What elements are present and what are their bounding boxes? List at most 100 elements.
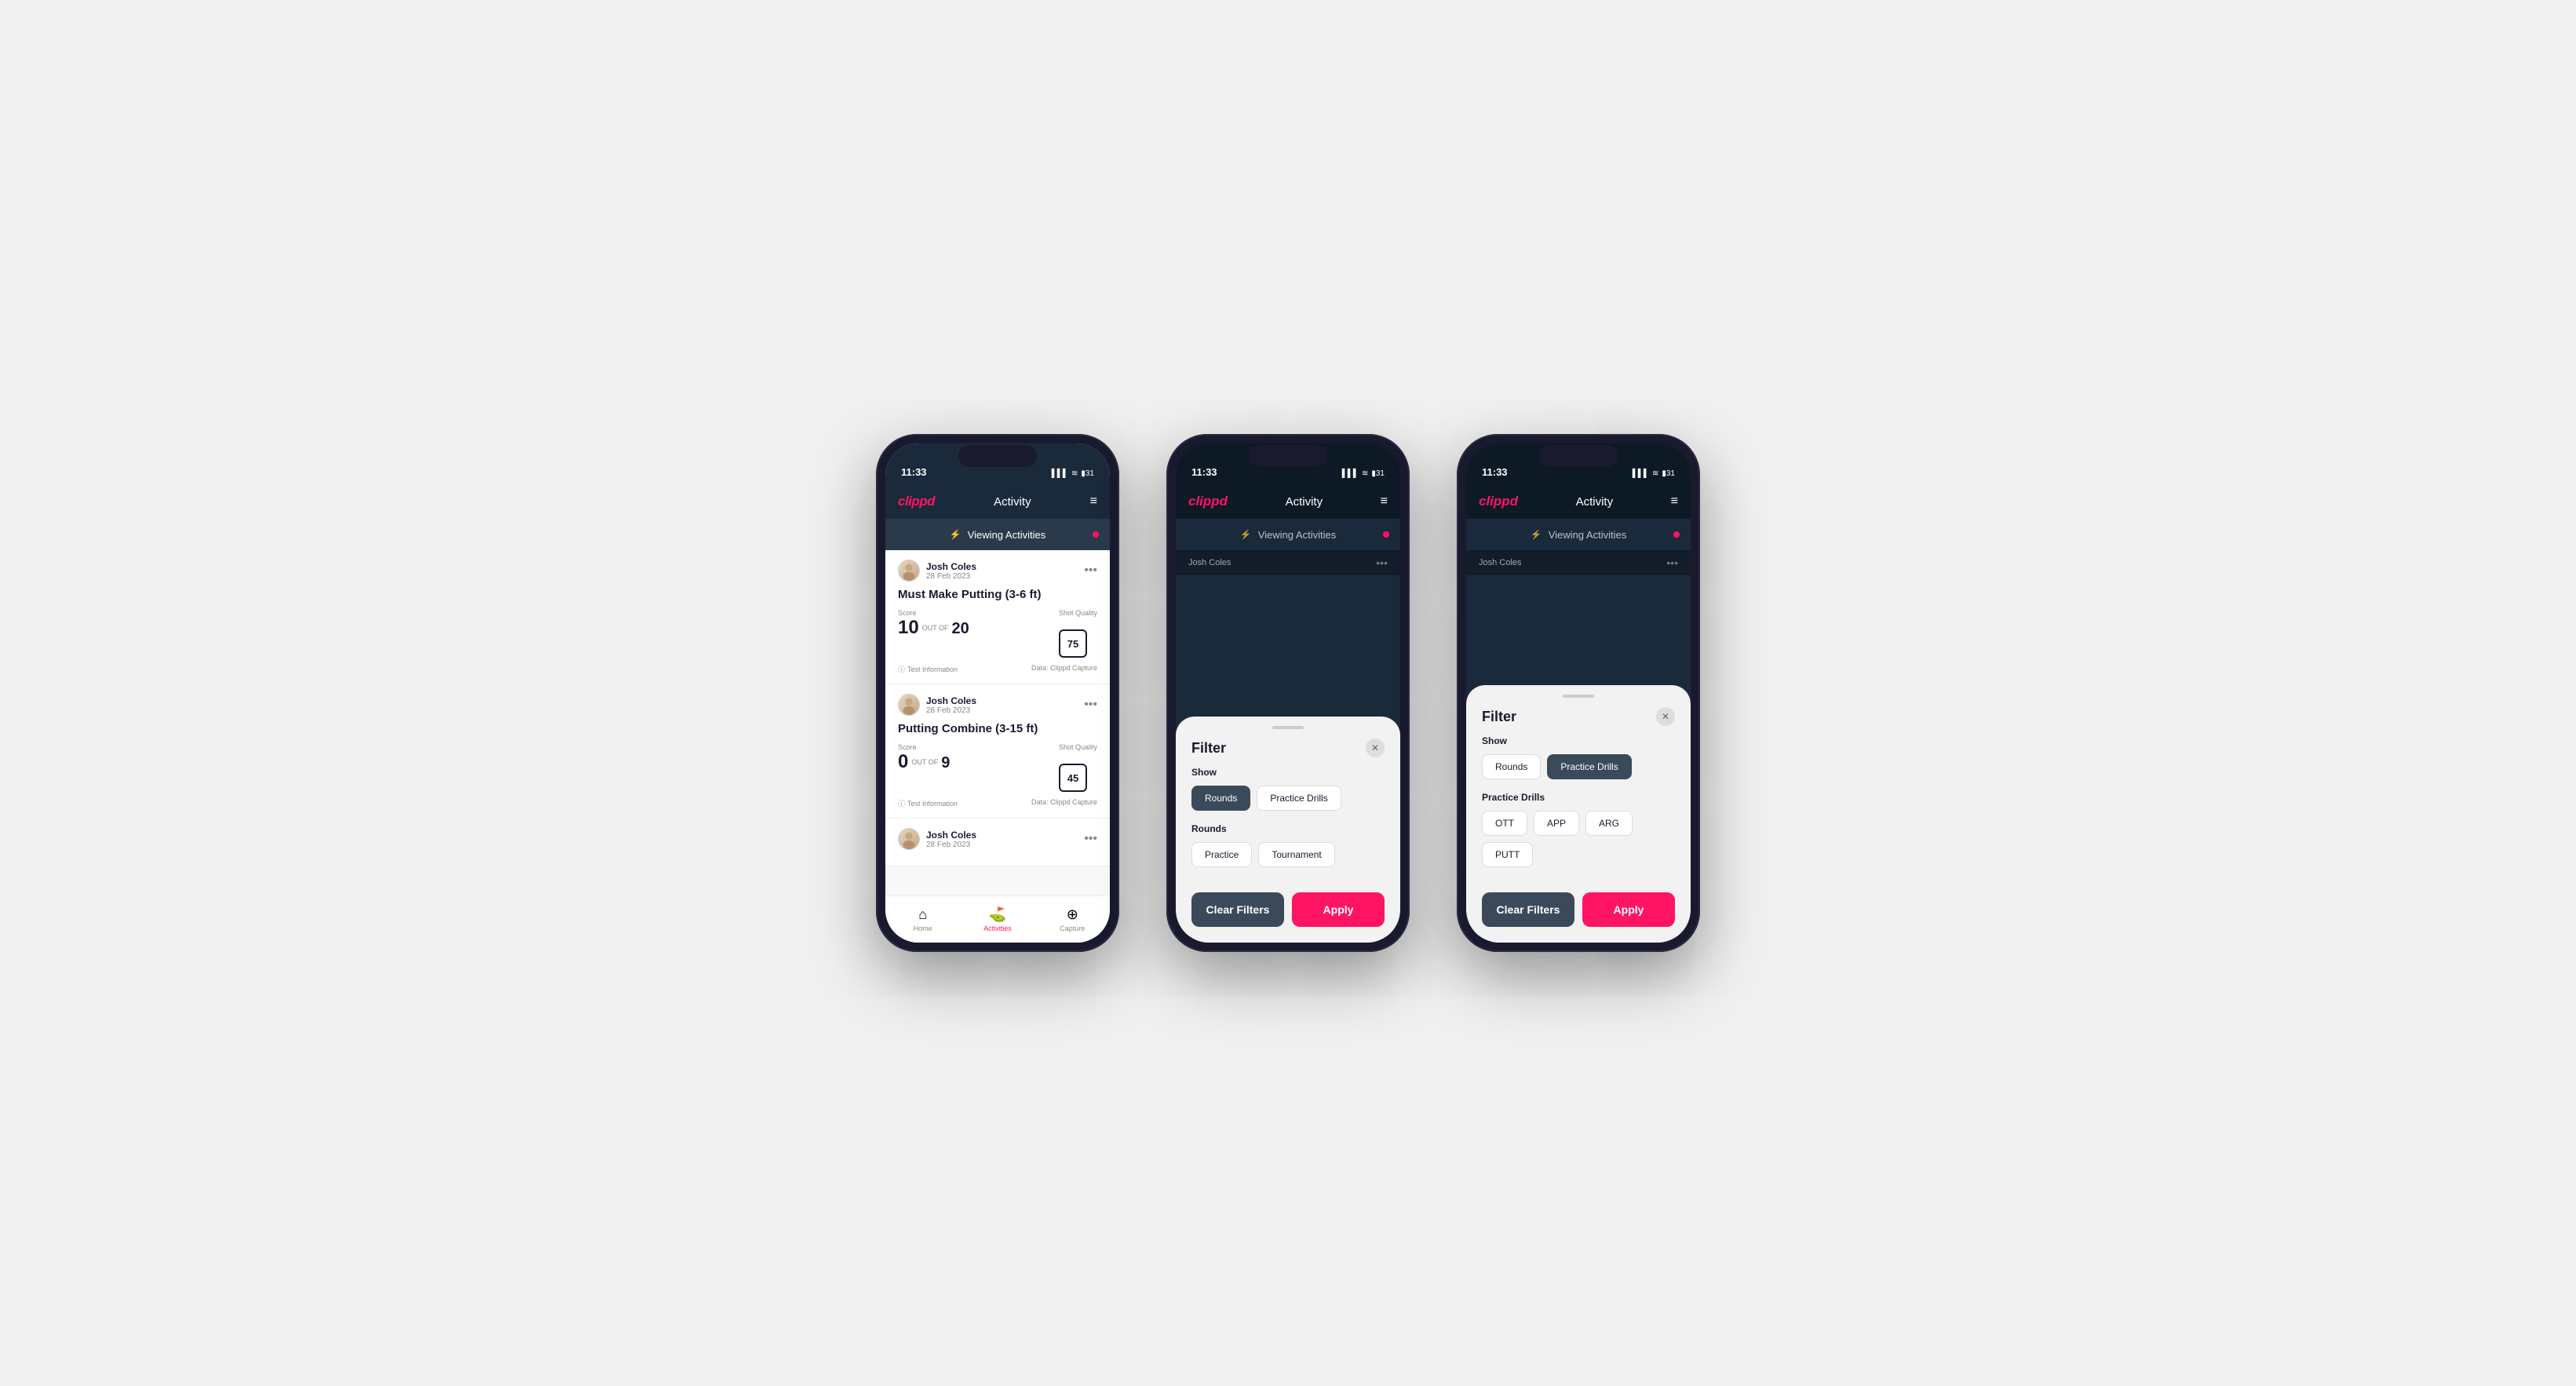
apply-btn-3[interactable]: Apply — [1582, 892, 1675, 927]
footer-text-1: Test Information — [907, 666, 958, 673]
phone-2: 11:33 ▌▌▌ ≋ ▮31 clippd Activity ≡ ⚡ View… — [1166, 434, 1410, 952]
activity-card-3[interactable]: Josh Coles 28 Feb 2023 ••• — [885, 819, 1110, 866]
card-user-2: Josh Coles 28 Feb 2023 — [898, 694, 976, 716]
ott-btn-3[interactable]: OTT — [1482, 811, 1527, 836]
user-date-3: 28 Feb 2023 — [926, 841, 976, 849]
dimmed-menu-2: ≡ — [1381, 494, 1388, 509]
wifi-icon-3: ≋ — [1652, 469, 1658, 478]
card-footer-1: ⓘ Test Information Data: Clippd Capture — [898, 664, 1097, 674]
shot-quality-badge-1: 75 — [1059, 629, 1087, 658]
rounds-btn-3[interactable]: Rounds — [1482, 754, 1541, 779]
practice-drills-btn-2[interactable]: Practice Drills — [1257, 786, 1341, 811]
more-button-2[interactable]: ••• — [1084, 698, 1097, 712]
signal-icon-3: ▌▌▌ — [1633, 469, 1649, 478]
show-buttons-2: Rounds Practice Drills — [1191, 786, 1385, 811]
menu-icon-1[interactable]: ≡ — [1090, 494, 1097, 509]
scene: 11:33 ▌▌▌ ≋ ▮31 clippd Activity ≡ ⚡ View… — [829, 387, 1747, 999]
dimmed-banner-2: ⚡ Viewing Activities — [1176, 519, 1400, 550]
screen-2: 11:33 ▌▌▌ ≋ ▮31 clippd Activity ≡ ⚡ View… — [1176, 443, 1400, 943]
battery-icon-3: ▮31 — [1662, 469, 1675, 478]
modal-close-2[interactable]: ✕ — [1366, 739, 1385, 757]
notification-dot-3 — [1673, 531, 1680, 538]
practice-drills-btn-3[interactable]: Practice Drills — [1547, 754, 1631, 779]
dimmed-user-row-2: Josh Coles ••• — [1176, 550, 1400, 575]
dimmed-icons-2: ▌▌▌ ≋ ▮31 — [1342, 469, 1385, 478]
modal-body-3: Show Rounds Practice Drills Practice Dri… — [1466, 735, 1691, 867]
activity-card-1[interactable]: Josh Coles 28 Feb 2023 ••• Must Make Put… — [885, 550, 1110, 684]
apply-btn-2[interactable]: Apply — [1292, 892, 1385, 927]
bottom-tabs: ⌂ Home ⛳ Activities ⊕ Capture — [885, 895, 1110, 943]
show-buttons-3: Rounds Practice Drills — [1482, 754, 1675, 779]
activity-card-2[interactable]: Josh Coles 28 Feb 2023 ••• Putting Combi… — [885, 684, 1110, 819]
dimmed-time-2: 11:33 — [1191, 466, 1342, 478]
shot-quality-group-2: Shot Quality 45 — [1059, 743, 1097, 792]
dimmed-logo-2: clippd — [1188, 494, 1228, 509]
rounds-label-2: Rounds — [1191, 823, 1385, 834]
dimmed-menu-3: ≡ — [1671, 494, 1678, 509]
dimmed-logo-3: clippd — [1479, 494, 1518, 509]
dimmed-time-3: 11:33 — [1482, 466, 1633, 478]
tournament-btn-2[interactable]: Tournament — [1258, 842, 1334, 867]
user-info-2: Josh Coles 28 Feb 2023 — [926, 695, 976, 715]
user-name-1: Josh Coles — [926, 561, 976, 572]
shot-quality-group-1: Shot Quality 75 — [1059, 609, 1097, 658]
dimmed-user-3: Josh Coles — [1479, 558, 1521, 567]
card-title-1: Must Make Putting (3-6 ft) — [898, 588, 1097, 601]
data-source-1: Data: Clippd Capture — [1031, 664, 1097, 674]
dimmed-nav-2: clippd Activity ≡ — [1176, 484, 1400, 519]
arg-btn-3[interactable]: ARG — [1585, 811, 1633, 836]
nav-title-1: Activity — [935, 495, 1090, 509]
putt-btn-3[interactable]: PUTT — [1482, 842, 1533, 867]
clear-filters-btn-2[interactable]: Clear Filters — [1191, 892, 1284, 927]
screen-3: 11:33 ▌▌▌ ≋ ▮31 clippd Activity ≡ ⚡ View… — [1466, 443, 1691, 943]
dimmed-more-2: ••• — [1376, 556, 1388, 569]
modal-header-3: Filter ✕ — [1466, 698, 1691, 735]
avatar-1 — [898, 560, 920, 582]
practice-round-btn-2[interactable]: Practice — [1191, 842, 1252, 867]
app-btn-3[interactable]: APP — [1534, 811, 1579, 836]
modal-title-3: Filter — [1482, 709, 1516, 725]
more-button-1[interactable]: ••• — [1084, 564, 1097, 578]
practice-buttons-3: OTT APP ARG PUTT — [1482, 811, 1675, 867]
tab-home[interactable]: ⌂ Home — [885, 906, 960, 932]
dimmed-more-3: ••• — [1666, 556, 1678, 569]
modal-footer-3: Clear Filters Apply — [1466, 880, 1691, 927]
card-user-1: Josh Coles 28 Feb 2023 — [898, 560, 976, 582]
modal-header-2: Filter ✕ — [1176, 729, 1400, 767]
card-header-2: Josh Coles 28 Feb 2023 ••• — [898, 694, 1097, 716]
info-icon-1: ⓘ — [898, 664, 905, 674]
notch-1 — [958, 445, 1037, 467]
shot-quality-label-1: Shot Quality — [1059, 609, 1097, 617]
wifi-icon: ≋ — [1071, 469, 1078, 478]
notch-3 — [1539, 445, 1618, 467]
modal-close-3[interactable]: ✕ — [1656, 707, 1675, 726]
user-info-1: Josh Coles 28 Feb 2023 — [926, 561, 976, 581]
dimmed-nav-3: clippd Activity ≡ — [1466, 484, 1691, 519]
signal-icon-2: ▌▌▌ — [1342, 469, 1359, 478]
battery-icon: ▮31 — [1081, 469, 1094, 478]
viewing-banner-text-1: Viewing Activities — [968, 529, 1045, 541]
card-stats-1: Score 10 OUT OF 20 Shot Quality 75 — [898, 609, 1097, 658]
notification-dot-1 — [1093, 531, 1099, 538]
tab-activities[interactable]: ⛳ Activities — [960, 906, 1034, 932]
modal-title-2: Filter — [1191, 740, 1226, 757]
filter-modal-3: Filter ✕ Show Rounds Practice Drills Pra… — [1466, 685, 1691, 943]
dimmed-banner-text-2: Viewing Activities — [1258, 529, 1336, 541]
rounds-btn-2[interactable]: Rounds — [1191, 786, 1250, 811]
card-footer-2: ⓘ Test Information Data: Clippd Capture — [898, 798, 1097, 808]
filter-modal-container-3: Filter ✕ Show Rounds Practice Drills Pra… — [1466, 575, 1691, 943]
show-label-3: Show — [1482, 735, 1675, 746]
tab-activities-label: Activities — [983, 925, 1012, 932]
data-source-2: Data: Clippd Capture — [1031, 798, 1097, 808]
clear-filters-btn-3[interactable]: Clear Filters — [1482, 892, 1574, 927]
logo-1: clippd — [898, 494, 935, 509]
activities-icon: ⛳ — [989, 906, 1006, 923]
card-stats-2: Score 0 OUT OF 9 Shot Quality 45 — [898, 743, 1097, 792]
avatar-2 — [898, 694, 920, 716]
card-header-1: Josh Coles 28 Feb 2023 ••• — [898, 560, 1097, 582]
more-button-3[interactable]: ••• — [1084, 832, 1097, 846]
activity-feed: Josh Coles 28 Feb 2023 ••• Must Make Put… — [885, 550, 1110, 895]
viewing-banner-1[interactable]: ⚡ Viewing Activities — [885, 519, 1110, 550]
tab-capture[interactable]: ⊕ Capture — [1035, 906, 1110, 932]
shots-value-1: 20 — [952, 621, 969, 636]
